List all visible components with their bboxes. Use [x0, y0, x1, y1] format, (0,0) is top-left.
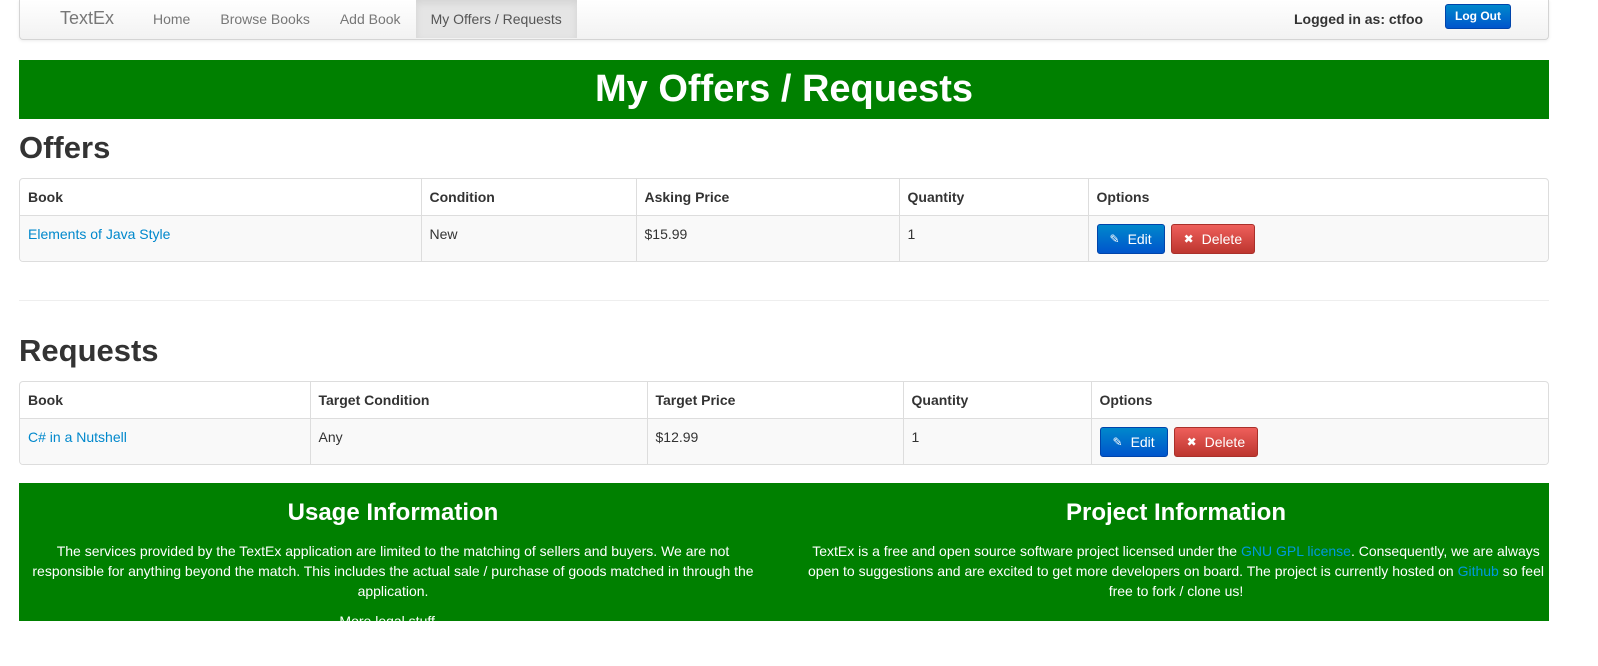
edit-button[interactable]: ✎ Edit	[1099, 426, 1168, 457]
condition-cell: Any	[309, 417, 647, 464]
edit-button[interactable]: ✎ Edit	[1096, 223, 1165, 254]
column-header: Options	[1087, 179, 1548, 215]
table-row: Elements of Java Style New $15.99 1 ✎ Ed…	[20, 214, 1548, 261]
delete-label: Delete	[1204, 433, 1246, 450]
usage-information: Usage Information The services provided …	[19, 483, 767, 631]
table-header: Book Condition Asking Price Quantity Opt…	[20, 179, 1548, 215]
quantity-cell: 1	[902, 417, 1091, 464]
edit-label: Edit	[1130, 433, 1155, 450]
column-header: Quantity	[902, 382, 1091, 418]
book-cell: Elements of Java Style	[20, 214, 421, 261]
edit-icon: ✎	[1112, 434, 1123, 449]
column-header: Target Price	[646, 382, 903, 418]
brand-link[interactable]: TextEx	[60, 8, 114, 29]
table-header: Book Target Condition Target Price Quant…	[20, 382, 1548, 418]
project-information: Project Information TextEx is a free and…	[803, 483, 1549, 601]
nav-menu: Home Browse Books Add Book My Offers / R…	[138, 0, 577, 38]
column-header: Book	[28, 391, 63, 408]
delete-button[interactable]: ✖ Delete	[1173, 426, 1259, 457]
table-row: C# in a Nutshell Any $12.99 1 ✎ Edit ✖ D…	[20, 417, 1548, 464]
navbar: TextEx Home Browse Books Add Book My Off…	[19, 0, 1549, 40]
project-text-part: TextEx is a free and open source softwar…	[812, 543, 1241, 559]
options-cell: ✎ Edit ✖ Delete	[1090, 417, 1548, 464]
nav-add-book[interactable]: Add Book	[325, 0, 416, 38]
book-link[interactable]: C# in a Nutshell	[28, 429, 127, 445]
nav-home[interactable]: Home	[138, 0, 205, 38]
price-cell: $15.99	[635, 214, 899, 261]
requests-heading: Requests	[19, 333, 159, 368]
logout-button[interactable]: Log Out	[1445, 4, 1511, 29]
price-cell: $12.99	[646, 417, 903, 464]
close-icon: ✖	[1186, 434, 1197, 449]
column-header: Book	[28, 188, 63, 205]
close-icon: ✖	[1183, 231, 1194, 246]
book-cell: C# in a Nutshell	[20, 417, 310, 464]
edit-icon: ✎	[1109, 231, 1120, 246]
column-header: Condition	[420, 179, 636, 215]
gpl-license-link[interactable]: GNU GPL license	[1241, 543, 1351, 559]
book-link[interactable]: Elements of Java Style	[28, 226, 170, 242]
nav-my-offers-requests[interactable]: My Offers / Requests	[415, 0, 577, 38]
edit-label: Edit	[1127, 230, 1152, 247]
delete-button[interactable]: ✖ Delete	[1170, 223, 1256, 254]
logged-in-label: Logged in as: ctfoo	[1294, 11, 1424, 27]
options-cell: ✎ Edit ✖ Delete	[1087, 214, 1548, 261]
condition-cell: New	[420, 214, 636, 261]
quantity-cell: 1	[898, 214, 1088, 261]
github-link[interactable]: Github	[1458, 563, 1499, 579]
column-header: Asking Price	[635, 179, 899, 215]
column-header: Options	[1090, 382, 1548, 418]
more-legal-link[interactable]: More legal stuff...	[19, 611, 767, 631]
project-title: Project Information	[1065, 499, 1287, 526]
footer: Usage Information The services provided …	[19, 483, 1549, 629]
requests-table: Book Target Condition Target Price Quant…	[19, 381, 1549, 465]
column-header: Target Condition	[309, 382, 647, 418]
section-divider	[19, 300, 1549, 301]
usage-text: The services provided by the TextEx appl…	[32, 543, 754, 599]
usage-title: Usage Information	[287, 499, 499, 526]
offers-heading: Offers	[19, 130, 111, 165]
offers-table: Book Condition Asking Price Quantity Opt…	[19, 178, 1549, 262]
delete-label: Delete	[1201, 230, 1243, 247]
project-text: TextEx is a free and open source softwar…	[803, 541, 1549, 601]
column-header: Quantity	[898, 179, 1088, 215]
nav-browse-books[interactable]: Browse Books	[205, 0, 324, 38]
page-title: My Offers / Requests	[19, 60, 1549, 119]
